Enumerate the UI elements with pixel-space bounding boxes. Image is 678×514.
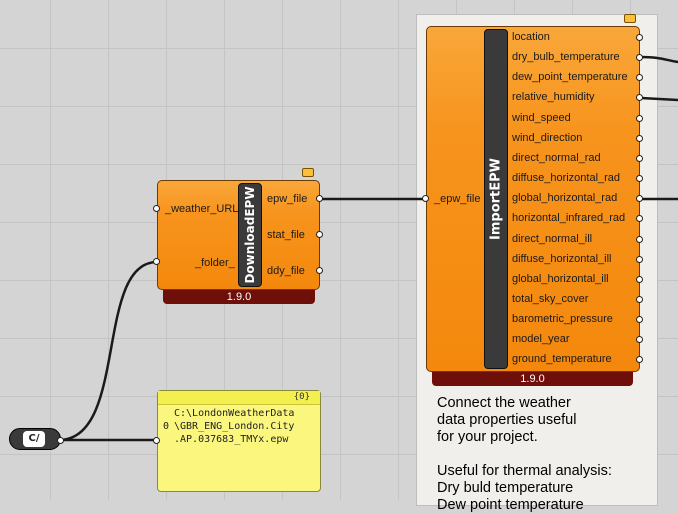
grip-wind-speed[interactable] xyxy=(636,114,643,122)
grip-direct-normal-rad[interactable] xyxy=(636,154,643,162)
grip-stat-file[interactable] xyxy=(316,231,323,238)
output-direct-normal-rad[interactable]: direct_normal_rad xyxy=(512,152,601,164)
grip-input-epw-file[interactable] xyxy=(422,195,429,202)
download-epw-version: 1.9.0 xyxy=(163,290,315,304)
output-wind-speed[interactable]: wind_speed xyxy=(512,112,571,124)
output-wind-direction[interactable]: wind_direction xyxy=(512,132,582,144)
context-icon: C/ xyxy=(23,431,45,447)
grip-direct-normal-ill[interactable] xyxy=(636,235,643,243)
import-epw-component[interactable]: ImportEPW _epw_file location dry_bulb_tem… xyxy=(426,26,640,372)
wire-dbt-out xyxy=(640,55,678,64)
output-horizontal-infrared-rad[interactable]: horizontal_infrared_rad xyxy=(512,212,625,224)
grip-panel-in[interactable] xyxy=(153,437,160,444)
grip-ddy-file[interactable] xyxy=(316,267,323,274)
file-path-panel[interactable]: {0} 0 C:\LondonWeatherData \GBR_ENG_Lond… xyxy=(157,390,321,492)
wire-path-to-folder xyxy=(59,260,158,442)
output-global-horizontal-ill[interactable]: global_horizontal_ill xyxy=(512,273,609,285)
grip-diffuse-horizontal-rad[interactable] xyxy=(636,175,643,183)
panel-header: {0} xyxy=(158,391,320,405)
download-epw-name-bar: DownloadEPW xyxy=(238,183,262,287)
panel-item-count: {0} xyxy=(293,392,310,402)
output-epw-file[interactable]: epw_file xyxy=(267,193,307,205)
grip-weather-url[interactable] xyxy=(153,205,160,212)
import-epw-name-bar: ImportEPW xyxy=(484,29,508,369)
output-barometric-pressure[interactable]: barometric_pressure xyxy=(512,313,613,325)
output-stat-file[interactable]: stat_file xyxy=(267,229,305,241)
output-ddy-file[interactable]: ddy_file xyxy=(267,265,305,277)
grip-context-out[interactable] xyxy=(57,437,64,444)
panel-path-text: C:\LondonWeatherData \GBR_ENG_London.Cit… xyxy=(174,408,295,445)
input-folder[interactable]: _folder_ xyxy=(195,257,235,269)
input-weather-url[interactable]: _weather_URL xyxy=(165,203,238,215)
grip-global-horizontal-ill[interactable] xyxy=(636,275,643,283)
preview-badge-icon[interactable] xyxy=(624,14,636,23)
download-epw-component[interactable]: DownloadEPW _weather_URL _folder_ epw_fi… xyxy=(157,180,320,290)
download-epw-name: DownloadEPW xyxy=(243,186,257,284)
grip-diffuse-horizontal-ill[interactable] xyxy=(636,255,643,263)
output-dry-bulb-temperature[interactable]: dry_bulb_temperature xyxy=(512,51,620,63)
output-direct-normal-ill[interactable]: direct_normal_ill xyxy=(512,233,592,245)
wire-rh-out xyxy=(640,96,678,102)
preview-badge-icon[interactable] xyxy=(302,168,314,177)
input-epw-file[interactable]: _epw_file xyxy=(434,193,480,205)
import-epw-name: ImportEPW xyxy=(488,158,504,240)
output-ground-temperature[interactable]: ground_temperature xyxy=(512,353,612,365)
grip-epw-file[interactable] xyxy=(316,195,323,202)
output-model-year[interactable]: model_year xyxy=(512,333,569,345)
panel-index: 0 xyxy=(163,421,170,432)
grip-total-sky-cover[interactable] xyxy=(636,295,643,303)
grip-wind-direction[interactable] xyxy=(636,134,643,142)
output-total-sky-cover[interactable]: total_sky_cover xyxy=(512,293,588,305)
context-node[interactable]: C/ xyxy=(9,428,61,450)
import-epw-version: 1.9.0 xyxy=(432,372,633,386)
output-dew-point-temperature[interactable]: dew_point_temperature xyxy=(512,71,628,83)
output-diffuse-horizontal-ill[interactable]: diffuse_horizontal_ill xyxy=(512,253,611,265)
output-relative-humidity[interactable]: relative_humidity xyxy=(512,91,595,103)
grip-location[interactable] xyxy=(636,34,643,41)
grip-folder[interactable] xyxy=(153,258,160,265)
output-diffuse-horizontal-rad[interactable]: diffuse_horizontal_rad xyxy=(512,172,620,184)
output-global-horizontal-rad[interactable]: global_horizontal_rad xyxy=(512,192,617,204)
output-location[interactable]: location xyxy=(512,31,550,43)
